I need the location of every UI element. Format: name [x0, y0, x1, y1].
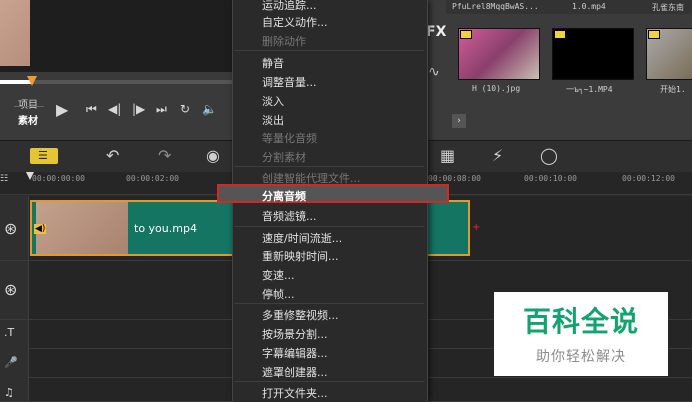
menu-item-fade-out[interactable]: 淡出 — [262, 112, 284, 128]
menu-item-custom-motion[interactable]: 自定义动作... — [262, 14, 328, 30]
ruler-tick: 00:00:08:00 — [428, 174, 481, 183]
video-badge-icon — [554, 30, 566, 39]
menu-item-freeze-frame[interactable]: 停帧... — [262, 286, 295, 302]
menu-separator — [234, 381, 424, 382]
library-item-caption: 一ъ┐~1.MP4 — [566, 85, 613, 94]
volume-icon[interactable]: 🔈 — [202, 102, 217, 116]
path-icon[interactable]: ∿ — [428, 64, 440, 80]
menu-item-mask-creator[interactable]: 遮罩创建器... — [262, 364, 328, 380]
track-manager-icon[interactable]: ☷ — [0, 174, 8, 184]
menu-item-time-remap[interactable]: 重新映射时间... — [262, 248, 339, 264]
mode-project-label[interactable]: 项目 — [18, 96, 38, 111]
play-icon[interactable]: ▶ — [56, 100, 68, 119]
clip-thumbnail — [36, 202, 128, 254]
expand-arrow-icon[interactable]: › — [452, 114, 466, 128]
go-start-icon[interactable]: ⏮ — [86, 102, 97, 117]
preview-frame[interactable] — [0, 0, 232, 72]
clip-audio-badge: ◀) — [34, 224, 47, 234]
clip-end-marker: + — [472, 222, 481, 233]
music-icon[interactable]: ♫ — [4, 386, 14, 399]
library-item-caption: 开始1. — [660, 85, 686, 94]
mask-icon[interactable]: ◯ — [540, 146, 558, 165]
film-reel-icon[interactable]: ⊛ — [4, 219, 17, 238]
voice-icon[interactable]: 🎤 — [4, 356, 18, 369]
ruler-tick: 00:00:10:00 — [524, 174, 577, 183]
menu-item-delete-motion[interactable]: 删除动作 — [262, 33, 306, 49]
library-item-name: 孔雀东南 — [652, 3, 684, 12]
title-icon[interactable]: .T — [4, 326, 14, 339]
mode-divider — [14, 106, 44, 107]
menu-item-multi-trim[interactable]: 多重修整视频... — [262, 307, 339, 323]
playhead-marker[interactable] — [26, 172, 34, 180]
menu-item-open-folder[interactable]: 打开文件夹... — [262, 385, 328, 401]
multi-camera-icon[interactable]: ▦ — [440, 146, 455, 165]
menu-item-speed-time-lapse[interactable]: 速度/时间流逝... — [262, 230, 342, 246]
menu-item-split-by-scene[interactable]: 按场景分割... — [262, 326, 328, 342]
redo-icon[interactable]: ↷ — [158, 146, 171, 165]
menu-item-split-audio[interactable]: 分离音频 — [262, 188, 306, 204]
scrub-thumb[interactable] — [27, 76, 37, 86]
record-capture-icon[interactable]: ◉ — [206, 146, 220, 165]
menu-item-motion-track[interactable]: 运动追踪... — [262, 0, 317, 13]
undo-icon[interactable]: ↶ — [106, 146, 119, 165]
menu-item-mute[interactable]: 静音 — [262, 55, 284, 71]
menu-item-variable-speed[interactable]: 变速... — [262, 267, 295, 283]
overlay-reel-icon[interactable]: ⊛ — [4, 280, 17, 299]
library-item-caption: H (10).jpg — [472, 84, 521, 93]
menu-item-normalize-audio[interactable]: 等量化音频 — [262, 130, 317, 146]
menu-item-audio-filter[interactable]: 音频滤镜... — [262, 208, 317, 224]
repeat-icon[interactable]: ↻ — [180, 102, 190, 116]
menu-item-split-clip[interactable]: 分割素材 — [262, 149, 306, 165]
ruler-tick: 00:00:12:00 — [622, 174, 675, 183]
preview-image — [0, 0, 30, 66]
next-frame-icon[interactable]: |▶ — [132, 102, 145, 116]
menu-item-smart-proxy[interactable]: 创建智能代理文件... — [262, 170, 361, 186]
menu-separator — [234, 50, 424, 51]
menu-separator — [234, 166, 424, 167]
clip-label: to you.mp4 — [134, 222, 197, 235]
menu-item-subtitle-editor[interactable]: 字幕编辑器... — [262, 345, 328, 361]
ruler-tick: 00:00:00:00 — [32, 174, 85, 183]
menu-item-adjust-volume[interactable]: 调整音量... — [262, 74, 317, 90]
menu-separator — [234, 303, 424, 304]
ruler-tick: 00:00:02:00 — [126, 174, 179, 183]
library-item-name: PfuLrel8MqqBwAS... — [452, 2, 539, 11]
mode-clip-label[interactable]: 素材 — [18, 112, 38, 127]
fx-icon[interactable]: FX — [426, 24, 446, 40]
menu-highlight — [217, 184, 449, 203]
library-item-name: 1.0.mp4 — [572, 2, 606, 11]
video-badge-icon — [648, 30, 660, 39]
watermark-title: 百科全说 — [522, 305, 639, 338]
watermark-subtitle: 助你轻松解决 — [536, 349, 626, 365]
storyboard-glyph-icon: ☰ — [38, 149, 48, 162]
video-badge-icon — [460, 30, 472, 39]
prev-frame-icon[interactable]: ◀| — [108, 102, 121, 116]
menu-item-fade-in[interactable]: 淡入 — [262, 93, 284, 109]
motion-icon[interactable]: ⚡ — [492, 146, 503, 165]
go-end-icon[interactable]: ⏭ — [156, 102, 167, 117]
menu-separator — [234, 226, 424, 227]
